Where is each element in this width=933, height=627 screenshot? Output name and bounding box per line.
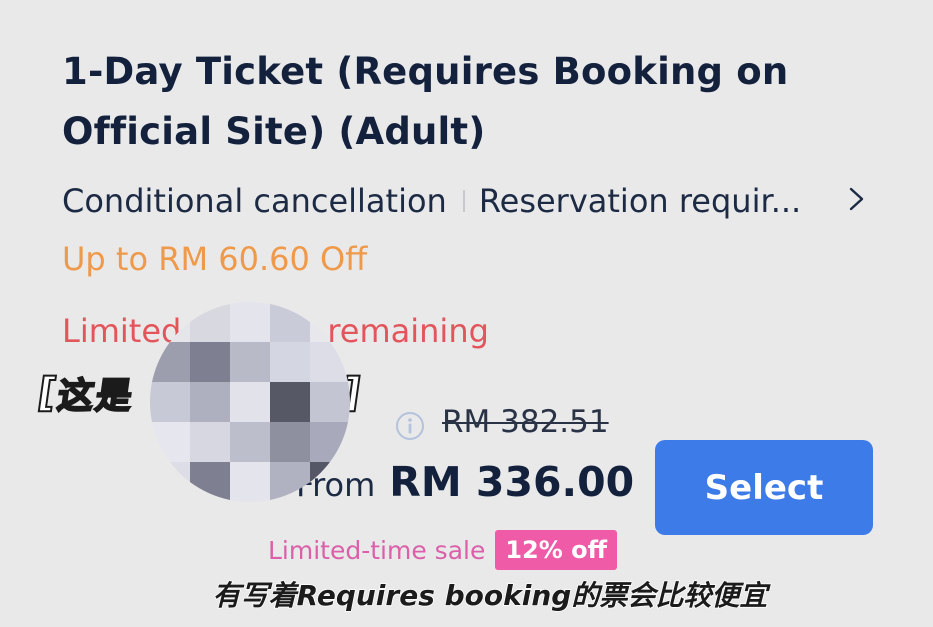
limited-prefix: Limited [62, 312, 182, 350]
select-button[interactable]: Select [655, 440, 873, 535]
ticket-option-card: 1-Day Ticket (Requires Booking on Offici… [0, 0, 933, 627]
info-icon[interactable] [395, 411, 425, 441]
original-price: RM 382.51 [442, 404, 609, 440]
current-price: RM 336.00 [389, 458, 635, 506]
sale-label: Limited-time sale [268, 535, 486, 565]
policy-reservation: Reservation requir... [478, 182, 802, 220]
discount-text: Up to RM 60.60 Off [62, 240, 368, 278]
policy-divider [462, 190, 465, 212]
chevron-right-icon[interactable] [846, 184, 868, 214]
sale-row: Limited-time sale 12% off [268, 526, 618, 574]
price-row: From RM 336.00 [296, 458, 634, 520]
video-caption: 有写着Requires booking的票会比较便宜 [212, 578, 768, 613]
pixelated-avatar [150, 302, 350, 502]
policy-cancellation: Conditional cancellation [62, 182, 447, 220]
sale-badge: 12% off [495, 530, 618, 570]
overlay-tag-left-text: 这是 [54, 375, 138, 418]
policy-row[interactable]: Conditional cancellation Reservation req… [62, 178, 801, 224]
limited-suffix: remaining [327, 312, 489, 350]
ticket-title: 1-Day Ticket (Requires Booking on Offici… [62, 50, 789, 153]
